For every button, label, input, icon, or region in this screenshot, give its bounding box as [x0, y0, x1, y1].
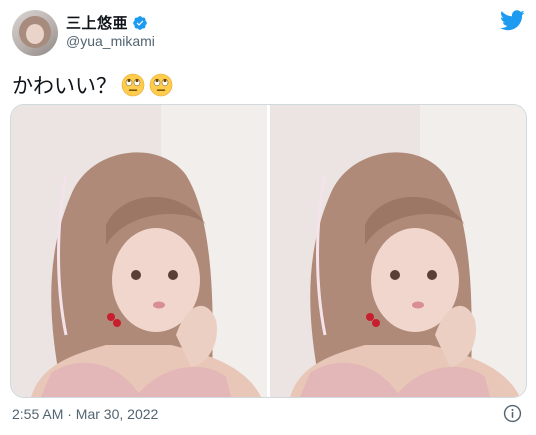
info-icon[interactable]	[503, 404, 522, 423]
verified-badge-icon	[133, 15, 147, 30]
author-name-row[interactable]: 三上悠亜	[66, 12, 148, 33]
author-avatar[interactable]	[12, 10, 58, 56]
avatar-face	[26, 24, 44, 44]
tweet-text: かわいい？	[12, 75, 117, 98]
twitter-bird-icon[interactable]	[500, 10, 525, 31]
tweet-body: かわいい？	[12, 70, 173, 100]
face-with-rolling-eyes-icon	[121, 73, 145, 97]
author-handle[interactable]: @yua_mikami	[66, 33, 155, 49]
author-display-name[interactable]: 三上悠亜	[66, 12, 128, 33]
tweet-photo-1[interactable]	[11, 105, 267, 397]
face-with-rolling-eyes-icon	[149, 73, 173, 97]
tweet-media-grid	[10, 104, 527, 398]
tweet-photo-2[interactable]	[270, 105, 526, 397]
tweet-timestamp[interactable]: 2:55 AM · Mar 30, 2022	[12, 406, 158, 422]
